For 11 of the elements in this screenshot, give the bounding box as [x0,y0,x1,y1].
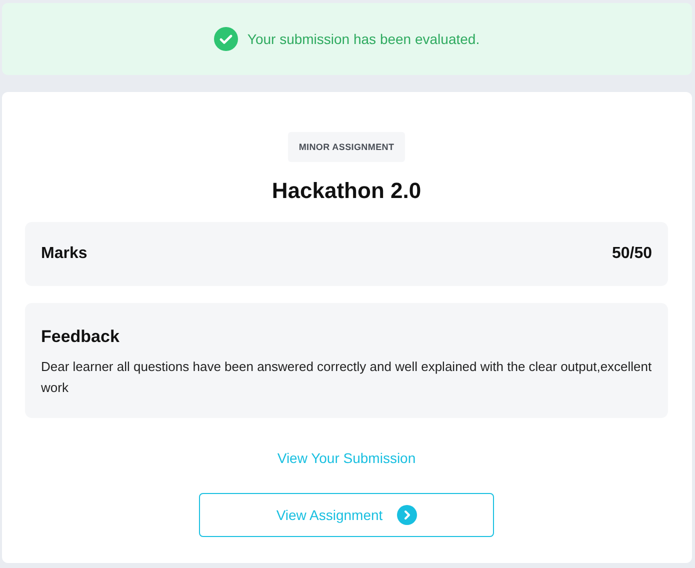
chevron-right-icon [396,505,417,525]
marks-label: Marks [41,245,88,263]
view-submission-link[interactable]: View Your Submission [277,450,416,466]
feedback-text: Dear learner all questions have been answered correctly and well explained with the clear output,excellent work [41,358,652,397]
view-assignment-button[interactable]: View Assignment [199,493,494,537]
success-message: Your submission has been evaluated. [247,31,480,47]
check-circle-icon [214,27,238,51]
assignment-tag: MINOR ASSIGNMENT [288,132,406,162]
marks-value: 50/50 [612,245,652,263]
assignment-title: Hackathon 2.0 [272,178,422,204]
feedback-heading: Feedback [41,327,120,347]
